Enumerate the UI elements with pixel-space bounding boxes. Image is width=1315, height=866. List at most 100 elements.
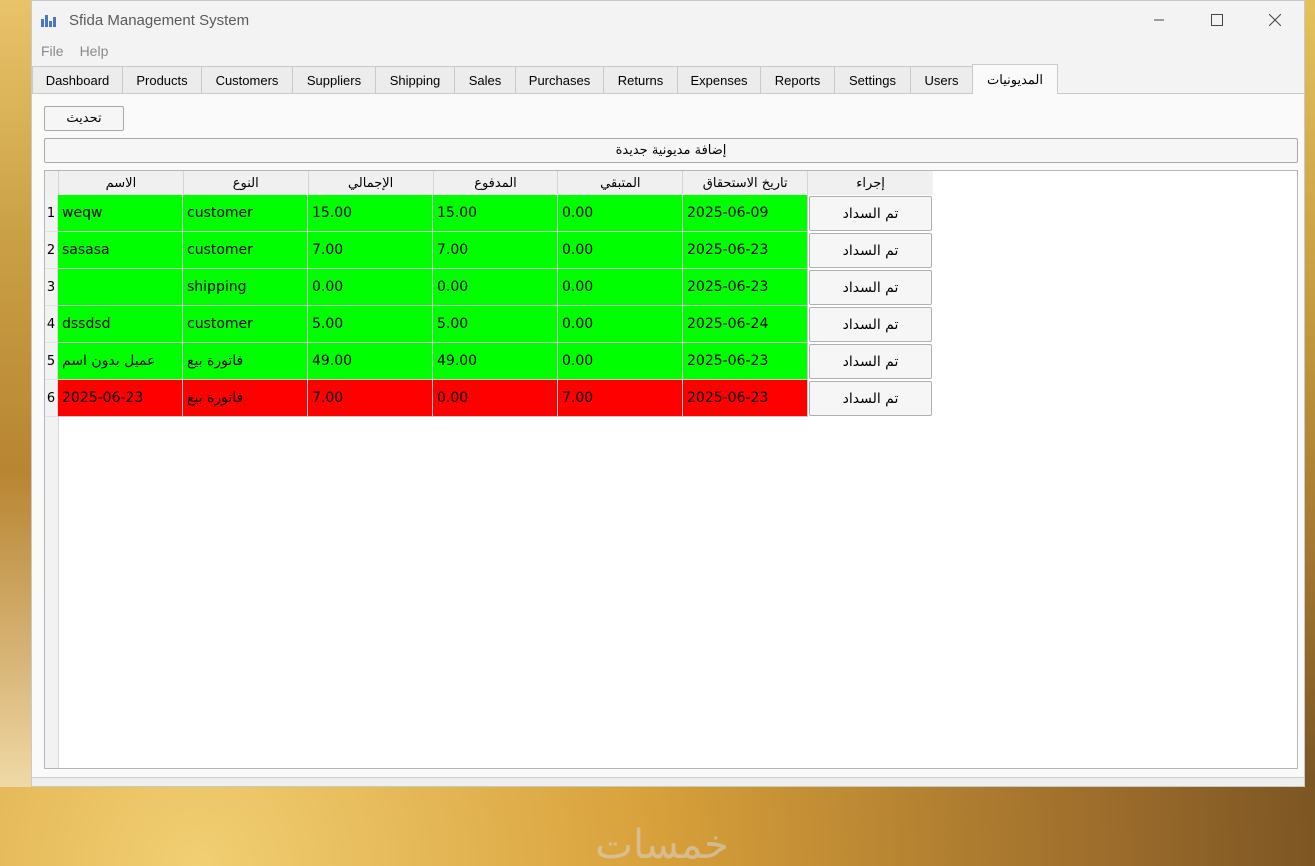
menu-file[interactable]: File — [41, 43, 64, 59]
cell-remaining[interactable]: 0.00 — [558, 195, 683, 232]
mark-paid-button[interactable]: تم السداد — [809, 196, 932, 231]
tab-reports[interactable]: Reports — [760, 66, 835, 93]
cell-remaining[interactable]: 0.00 — [558, 306, 683, 343]
close-button[interactable] — [1246, 1, 1304, 39]
desktop-background-left — [0, 0, 31, 787]
cell-paid[interactable]: 7.00 — [433, 232, 558, 269]
cell-paid[interactable]: 49.00 — [433, 343, 558, 380]
table-body: 1 weqw customer 15.00 15.00 0.00 2025-06-09 تم … — [45, 195, 933, 417]
cell-action: تم السداد — [808, 306, 933, 343]
mark-paid-button[interactable]: تم السداد — [809, 307, 932, 342]
tab-suppliers[interactable]: Suppliers — [292, 66, 376, 93]
cell-remaining[interactable]: 0.00 — [558, 232, 683, 269]
cell-total[interactable]: 15.00 — [308, 195, 433, 232]
mark-paid-button[interactable]: تم السداد — [809, 344, 932, 379]
cell-remaining[interactable]: 0.00 — [558, 269, 683, 306]
tab-products[interactable]: Products — [122, 66, 202, 93]
desktop-background-right — [1305, 0, 1315, 787]
status-bar — [32, 777, 1304, 786]
menu-help[interactable]: Help — [80, 43, 109, 59]
tab-expenses[interactable]: Expenses — [677, 66, 761, 93]
cell-paid[interactable]: 5.00 — [433, 306, 558, 343]
cell-action: تم السداد — [808, 232, 933, 269]
header-due-date[interactable]: تاريخ الاستحقاق — [683, 171, 809, 195]
tab-customers[interactable]: Customers — [201, 66, 293, 93]
row-number[interactable]: 2 — [45, 232, 58, 269]
cell-name[interactable] — [58, 269, 183, 306]
cell-type[interactable]: فاتورة بيع — [183, 380, 308, 417]
cell-name[interactable]: عميل بدون اسم — [58, 343, 183, 380]
tab-sales[interactable]: Sales — [454, 66, 516, 93]
debts-panel: تحديث إضافة مديونية جديدة الاسم النوع ال… — [32, 94, 1304, 866]
cell-name[interactable]: weqw — [58, 195, 183, 232]
cell-type[interactable]: shipping — [183, 269, 308, 306]
cell-due[interactable]: 2025-06-24 — [683, 306, 808, 343]
minimize-button[interactable] — [1130, 1, 1188, 39]
header-type[interactable]: النوع — [184, 171, 309, 195]
cell-name[interactable]: sasasa — [58, 232, 183, 269]
mark-paid-button[interactable]: تم السداد — [809, 233, 932, 268]
tab-settings[interactable]: Settings — [834, 66, 911, 93]
cell-paid[interactable]: 15.00 — [433, 195, 558, 232]
cell-action: تم السداد — [808, 343, 933, 380]
cell-type[interactable]: فاتورة بيع — [183, 343, 308, 380]
close-icon — [1269, 14, 1281, 26]
cell-total[interactable]: 7.00 — [308, 232, 433, 269]
cell-paid[interactable]: 0.00 — [433, 269, 558, 306]
header-total[interactable]: الإجمالي — [309, 171, 434, 195]
row-number[interactable]: 4 — [45, 306, 58, 343]
tab-purchases[interactable]: Purchases — [515, 66, 604, 93]
cell-action: تم السداد — [808, 380, 933, 417]
table-row[interactable]: 4 dssdsd customer 5.00 5.00 0.00 2025-06-24 تم … — [45, 306, 933, 343]
row-number[interactable]: 1 — [45, 195, 58, 232]
cell-type[interactable]: customer — [183, 232, 308, 269]
cell-due[interactable]: 2025-06-23 — [683, 269, 808, 306]
cell-action: تم السداد — [808, 269, 933, 306]
table-row[interactable]: 5 عميل بدون اسم فاتورة بيع 49.00 49.00 0.00 20… — [45, 343, 933, 380]
table-corner[interactable] — [45, 171, 59, 195]
header-paid[interactable]: المدفوع — [434, 171, 559, 195]
cell-total[interactable]: 5.00 — [308, 306, 433, 343]
mark-paid-button[interactable]: تم السداد — [809, 381, 932, 416]
cell-total[interactable]: 49.00 — [308, 343, 433, 380]
cell-due[interactable]: 2025-06-23 — [683, 343, 808, 380]
add-debt-button[interactable]: إضافة مديونية جديدة — [44, 138, 1298, 163]
cell-total[interactable]: 7.00 — [308, 380, 433, 417]
header-name[interactable]: الاسم — [59, 171, 184, 195]
cell-remaining[interactable]: 0.00 — [558, 343, 683, 380]
header-remaining[interactable]: المتبقي — [558, 171, 684, 195]
cell-remaining[interactable]: 7.00 — [558, 380, 683, 417]
table-row[interactable]: 3 shipping 0.00 0.00 0.00 2025-06-23 تم السداد — [45, 269, 933, 306]
khamsat-watermark-logo: خمسات — [595, 822, 728, 866]
tab-users[interactable]: Users — [910, 66, 973, 93]
svg-text:خمسات: خمسات — [595, 822, 728, 866]
cell-due[interactable]: 2025-06-09 — [683, 195, 808, 232]
refresh-button[interactable]: تحديث — [44, 106, 124, 131]
table-row[interactable]: 1 weqw customer 15.00 15.00 0.00 2025-06-09 تم … — [45, 195, 933, 232]
tab-debts[interactable]: المديونيات — [972, 64, 1058, 94]
title-bar: Sfida Management System — [32, 1, 1304, 39]
cell-total[interactable]: 0.00 — [308, 269, 433, 306]
cell-type[interactable]: customer — [183, 195, 308, 232]
tab-bar: Dashboard Products Customers Suppliers S… — [32, 64, 1304, 94]
row-number[interactable]: 5 — [45, 343, 58, 380]
menu-bar: File Help — [32, 39, 1304, 63]
table-row[interactable]: 2 sasasa customer 7.00 7.00 0.00 2025-06-23 تم … — [45, 232, 933, 269]
header-action[interactable]: إجراء — [808, 171, 933, 195]
cell-due[interactable]: 2025-06-23 — [683, 380, 808, 417]
maximize-button[interactable] — [1188, 1, 1246, 39]
row-number[interactable]: 3 — [45, 269, 58, 306]
tab-shipping[interactable]: Shipping — [375, 66, 455, 93]
cell-name[interactable]: 2025-06-23 — [58, 380, 183, 417]
cell-type[interactable]: customer — [183, 306, 308, 343]
cell-name[interactable]: dssdsd — [58, 306, 183, 343]
table-header: الاسم النوع الإجمالي المدفوع المتبقي تار… — [45, 171, 933, 196]
tab-dashboard[interactable]: Dashboard — [32, 66, 123, 93]
cell-due[interactable]: 2025-06-23 — [683, 232, 808, 269]
mark-paid-button[interactable]: تم السداد — [809, 270, 932, 305]
row-number[interactable]: 6 — [45, 380, 58, 417]
debts-table: الاسم النوع الإجمالي المدفوع المتبقي تار… — [44, 170, 1298, 769]
tab-returns[interactable]: Returns — [603, 66, 678, 93]
cell-paid[interactable]: 0.00 — [433, 380, 558, 417]
table-row[interactable]: 6 2025-06-23 فاتورة بيع 7.00 0.00 7.00 2025-06… — [45, 380, 933, 417]
